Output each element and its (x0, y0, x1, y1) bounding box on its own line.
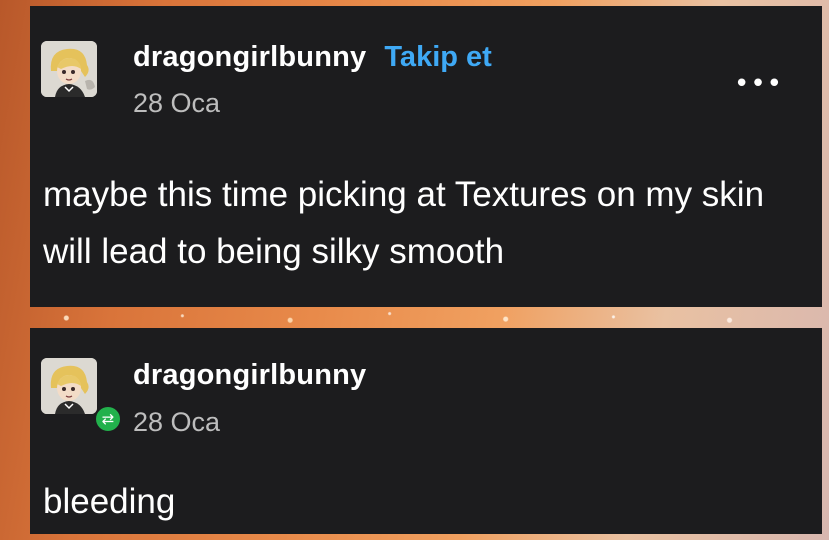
post-body-text: bleeding (43, 482, 176, 521)
reblog-icon: ⇄ (94, 405, 122, 433)
more-horizontal-icon[interactable]: ••• (734, 71, 783, 97)
avatar[interactable] (41, 358, 97, 414)
post-card-reblog: ⇄ dragongirlbunny 28 Oca bleeding (30, 328, 822, 534)
post-header: dragongirlbunny Takip et (133, 41, 492, 74)
background-sparkle-strip (0, 307, 829, 329)
post-card-original: dragongirlbunny Takip et 28 Oca ••• mayb… (30, 6, 822, 307)
username[interactable]: dragongirlbunny (133, 359, 366, 392)
avatar[interactable] (41, 41, 97, 97)
post-date: 28 Oca (133, 407, 221, 437)
post-date: 28 Oca (133, 88, 221, 118)
avatar-image (41, 358, 97, 414)
post-header: dragongirlbunny (133, 359, 366, 392)
post-body-text: maybe this time picking at Textures on m… (43, 175, 765, 271)
username[interactable]: dragongirlbunny (133, 41, 366, 74)
follow-button[interactable]: Takip et (384, 41, 491, 74)
avatar-image (41, 41, 97, 97)
